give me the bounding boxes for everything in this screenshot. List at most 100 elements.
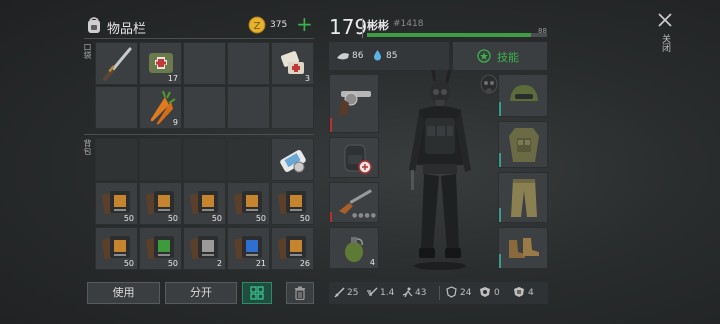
backpack-label-text: 背包 [83,139,92,155]
helmet-slot[interactable] [498,74,548,117]
recipe-book-icon [277,236,306,260]
backpack-slot[interactable]: 21 [227,227,270,270]
tactical-backpack-icon [344,144,372,174]
trash-icon [295,286,305,301]
food-icon [337,53,349,60]
pocket-slot[interactable]: 17 [139,42,182,85]
backpack-slot[interactable]: 50 [227,182,270,225]
durability-bar [499,254,501,268]
backpack-slot[interactable] [95,138,138,181]
melee-icon [334,287,345,298]
backpack-slot[interactable]: 2 [183,227,226,270]
close-button[interactable]: 关闭 [650,12,680,68]
pocket-slot[interactable] [183,42,226,85]
boots-slot[interactable] [498,227,548,269]
add-coins-button[interactable]: + [296,13,313,35]
close-label: 关闭 [660,34,670,52]
pocket-slot[interactable] [271,86,314,129]
bandage-bag-icon [149,53,173,73]
pants-slot[interactable] [498,172,548,223]
grenade-slot[interactable]: 4 [329,227,379,269]
stats-divider [439,286,440,300]
armor-icon [446,286,457,298]
pocket-slot[interactable]: 9 [139,86,182,129]
character-avatar[interactable] [395,66,485,270]
coin-count: 375 [270,20,288,30]
backpack-label: 背包 [83,139,93,157]
boots-icon [509,238,539,258]
backpack-slot[interactable]: 50 [139,182,182,225]
food-value: 86 [352,51,364,61]
vest-icon [509,128,539,162]
medkit-icon [280,51,304,74]
player-id: #1418 [393,19,424,29]
backpack-slot[interactable]: 50 [183,182,226,225]
stat-melee: 25 [347,288,359,298]
stat-speed: 1.4 [380,288,395,298]
pocket-slot[interactable] [227,42,270,85]
level-divider [362,18,363,38]
item-count: 2 [216,259,222,268]
recipe-book-icon [189,191,218,215]
body-armor-slot[interactable] [498,121,548,168]
pants-icon [511,179,537,217]
sort-grid-button[interactable] [242,282,272,304]
blueprint-map-icon [280,150,306,173]
split-button[interactable]: 分开 [165,282,237,304]
xp-bar [367,33,547,37]
recipe-book-icon [277,191,306,215]
katana-icon [103,47,132,81]
secondary-weapon-slot[interactable]: ●●●● [329,182,379,223]
durability-bar [499,153,501,167]
backpack-slot[interactable] [271,138,314,181]
gasmask-slot[interactable] [478,74,500,98]
pocket-slot[interactable] [183,86,226,129]
revolver-icon [339,91,371,115]
svg-text:Z: Z [254,21,261,32]
backpack-equip-slot[interactable] [329,137,379,178]
skill-button[interactable]: 技能 [453,42,547,70]
gas-mask-icon [480,74,498,94]
header-divider [84,38,314,39]
durability-bar [330,118,332,132]
item-count: 50 [123,214,134,223]
water-value: 85 [386,51,398,61]
backpack-slot[interactable] [227,138,270,181]
gray-manual-icon [189,236,218,260]
backpack-slot[interactable]: 50 [95,227,138,270]
trash-button[interactable] [286,282,314,304]
use-button[interactable]: 使用 [87,282,160,304]
xp-bar-fill [367,33,531,37]
run-icon [402,287,413,298]
primary-weapon-slot[interactable] [329,74,379,133]
stat-biohazard: 0 [494,288,500,298]
ammo-dots: ●●●● [352,212,377,219]
backpack-slot[interactable]: 50 [95,182,138,225]
backpack-slot[interactable]: 50 [139,227,182,270]
pocket-divider [84,134,314,135]
green-manual-icon [145,236,174,260]
pocket-slot[interactable]: 3 [271,42,314,85]
durability-bar [499,208,501,222]
pocket-slot[interactable] [95,86,138,129]
item-count: 17 [167,74,178,83]
backpack-slot[interactable] [183,138,226,181]
item-count: 21 [255,259,266,268]
grenade-icon [345,237,363,262]
helmet-icon [510,85,538,101]
pocket-slot[interactable] [95,42,138,85]
grenade-count: 4 [369,258,375,267]
blue-manual-icon [233,236,262,260]
skill-star-icon [477,49,491,63]
backpack-slot[interactable]: 26 [271,227,314,270]
item-count: 50 [123,259,134,268]
backpack-slot[interactable] [139,138,182,181]
grid-icon [250,286,264,300]
speed-icon [367,287,378,296]
pocket-slot[interactable] [227,86,270,129]
item-count: 50 [211,214,222,223]
player-name: 彬彬 [367,19,389,32]
recipe-book-icon [101,236,130,260]
pocket-label: 口袋 [83,43,93,61]
backpack-slot[interactable]: 50 [271,182,314,225]
